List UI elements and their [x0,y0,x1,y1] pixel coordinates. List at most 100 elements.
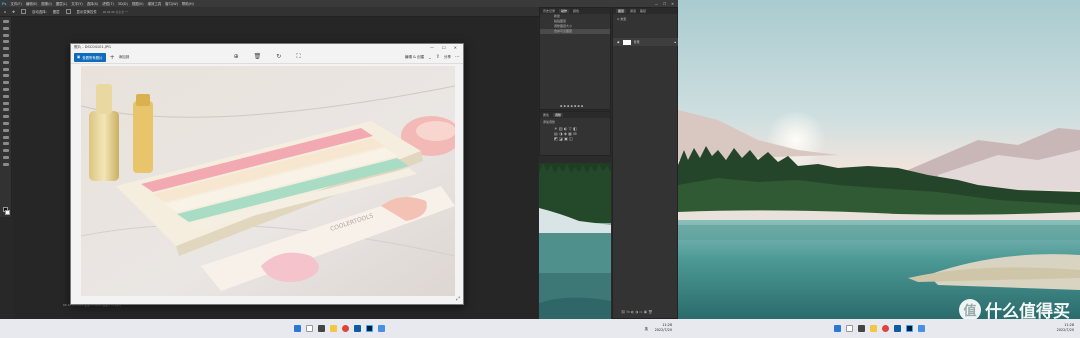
move-tool-icon[interactable]: ✥ [12,10,15,14]
layer-row-background[interactable]: ◉ 背景 🔒︎ [613,38,678,46]
share-label[interactable]: 分享 [444,55,451,60]
menu-layer[interactable]: 图层(L) [56,1,67,6]
auto-select-target[interactable]: 图层 [53,9,60,14]
menu-filter[interactable]: 滤镜(T) [102,1,114,6]
start-icon[interactable] [833,325,841,332]
eraser-tool[interactable] [2,94,9,98]
task-view-icon[interactable] [317,325,325,332]
pen-tool[interactable] [2,121,9,125]
tab-properties[interactable]: 属性 [543,113,549,117]
more-tools[interactable] [2,162,9,166]
show-transform-checkbox[interactable] [65,9,71,14]
history-footer-icons[interactable]: ▪ ▪ ▪ ▪ ▪ ▪ ▪ [560,104,583,108]
photos-icon[interactable] [917,325,925,332]
close-icon[interactable]: ✕ [454,45,457,50]
menu-view[interactable]: 视图(V) [132,1,144,6]
maximize-icon[interactable]: ☐ [663,2,666,6]
add-icon[interactable]: + [110,54,115,61]
path-select-tool[interactable] [2,135,9,139]
menu-3d[interactable]: 3D(D) [118,2,128,6]
delete-icon[interactable]: 🗑︎ [254,53,262,61]
menu-help[interactable]: 帮助(H) [182,1,194,6]
clock-left[interactable]: 11:28 2022/7/20 [655,323,672,333]
tab-color[interactable]: 颜色 [573,9,579,13]
move-tool[interactable] [2,20,9,23]
menu-select[interactable]: 选择(S) [87,1,99,6]
tab-layers[interactable]: 图层 [616,9,627,13]
edit-create-button[interactable]: 编辑 & 创建 [405,55,424,60]
lasso-tool[interactable] [2,33,9,37]
adjustment-icons[interactable]: ☀ ▥ ◐ ▽ ◧ ▤ ◑ ◈ ▦ ⊞ ◩ ◪ ▣ ◫ [540,126,610,141]
layers-footer-icons[interactable]: ⛓ fx ◐ ◑ ▭ ▣ 🗑︎ [621,310,653,314]
hand-tool[interactable] [2,149,9,153]
tab-paths[interactable]: 路径 [640,9,646,13]
minimize-icon[interactable]: — [430,45,434,50]
tab-actions[interactable]: 动作 [559,9,570,13]
menu-edit[interactable]: 编辑(E) [26,1,38,6]
chrome-icon[interactable] [341,325,349,332]
tab-adjustments[interactable]: 调整 [553,113,564,117]
app-icon[interactable] [893,325,901,332]
ime-indicator[interactable]: 英 [645,326,648,331]
expand-icon[interactable]: ⤢ [456,296,460,302]
photo-keyboard[interactable]: COOLERTOOLS [81,66,455,296]
start-icon[interactable] [293,325,301,332]
photoshop-icon[interactable] [905,325,913,332]
auto-select-label: 自动选择: [32,10,47,14]
type-tool[interactable] [2,128,9,132]
align-icons[interactable]: ▭ ▭ ▭ ▯ ▯ ▯ ··· [103,10,128,14]
close-icon[interactable]: ✕ [671,2,674,6]
layer-kind-filter[interactable]: Q 类型 [613,14,677,24]
zoom-icon[interactable]: ⊕ [234,53,239,61]
tab-history[interactable]: 历史记录 [543,9,555,13]
healing-tool[interactable] [2,67,9,71]
home-icon[interactable]: ⌂ [4,10,6,14]
dodge-tool[interactable] [2,115,9,119]
history-brush-tool[interactable] [2,87,9,91]
rotate-icon[interactable]: ↻ [276,53,281,61]
maximize-icon[interactable]: ☐ [442,45,446,50]
ps-panels: 历史记录 动作 颜色 新建 粘贴图层 调整图层大小 合并可见图层 ▪ ▪ ▪ ▪… [539,7,678,326]
task-view-icon[interactable] [857,325,865,332]
stamp-tool[interactable] [2,81,9,85]
menu-type[interactable]: 文字(Y) [71,1,83,6]
wallpaper-strip [539,163,611,326]
quick-select-tool[interactable] [2,40,9,44]
minimize-icon[interactable]: — [655,2,658,6]
background-color[interactable] [5,210,10,215]
explorer-icon[interactable] [329,325,337,332]
menu-file[interactable]: 文件(F) [10,1,21,6]
add-to-label[interactable]: 添加到 [119,55,130,60]
see-all-photos-button[interactable]: ▣ 查看所有照片 [74,52,106,62]
crop-tool[interactable] [2,47,9,51]
zoom-tool[interactable] [2,155,9,159]
search-icon[interactable] [305,325,313,332]
app-icon[interactable] [353,325,361,332]
clock-right[interactable]: 11:28 2022/7/20 [1057,323,1074,333]
more-icon[interactable]: ⋯ [455,54,460,60]
brush-tool[interactable] [2,74,9,78]
auto-select-checkbox[interactable] [21,9,26,14]
photos-icon[interactable] [377,325,385,332]
menu-plugins[interactable]: 增效工具 [148,1,162,6]
gradient-tool[interactable] [2,101,9,105]
tab-channels[interactable]: 通道 [630,9,636,13]
shape-tool[interactable] [2,142,9,146]
crop-icon[interactable]: ⛶ [296,53,300,61]
eyedropper-tool[interactable] [2,60,9,64]
menu-window[interactable]: 窗口(W) [165,1,178,6]
visibility-icon[interactable]: ◉ [617,40,620,44]
photoshop-window: Ps 文件(F) 编辑(E) 图像(I) 图层(L) 文字(Y) 选择(S) 滤… [0,0,678,338]
frame-tool[interactable] [2,53,9,57]
search-icon[interactable] [845,325,853,332]
share-icon[interactable]: ⇪ [436,54,440,60]
history-item[interactable]: 合并可见图层 [540,29,610,34]
ps-logo[interactable]: Ps [2,2,6,6]
chrome-icon[interactable] [881,325,889,332]
menu-image[interactable]: 图像(I) [41,1,51,6]
explorer-icon[interactable] [869,325,877,332]
chevron-down-icon[interactable]: ⌄ [428,55,431,60]
blur-tool[interactable] [2,108,9,112]
photoshop-icon[interactable] [365,325,373,332]
marquee-tool[interactable] [2,26,9,30]
